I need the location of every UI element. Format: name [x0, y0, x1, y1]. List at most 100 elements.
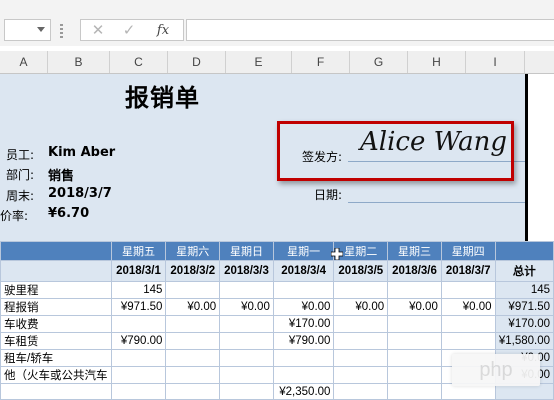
- table-cell[interactable]: [110, 383, 167, 400]
- column-header-i[interactable]: I: [466, 51, 525, 73]
- weekend-value[interactable]: 2018/3/7: [48, 186, 112, 201]
- table-cell[interactable]: ¥2,350.00: [272, 383, 335, 400]
- formula-bar: ✕ ✓ fx: [0, 0, 554, 46]
- table-row: 车收费 ¥170.00 ¥170.00: [0, 315, 554, 333]
- table-cell[interactable]: [165, 281, 221, 299]
- corner-cell[interactable]: [0, 260, 112, 282]
- table-cell[interactable]: [165, 332, 221, 350]
- table-cell[interactable]: [272, 349, 335, 367]
- table-cell[interactable]: [387, 349, 442, 367]
- column-header-h[interactable]: H: [408, 51, 466, 73]
- table-cell[interactable]: [219, 315, 274, 333]
- table-cell[interactable]: [272, 281, 335, 299]
- table-cell[interactable]: [387, 366, 442, 384]
- column-header-f[interactable]: F: [292, 51, 350, 73]
- table-cell[interactable]: [219, 383, 274, 400]
- table-cell[interactable]: [333, 349, 389, 367]
- table-cell[interactable]: [387, 332, 442, 350]
- column-header-d[interactable]: D: [168, 51, 226, 73]
- total-header[interactable]: 总计: [494, 260, 554, 282]
- table-cell[interactable]: ¥971.50: [110, 298, 167, 316]
- table-cell[interactable]: ¥0.00: [440, 298, 496, 316]
- table-cell[interactable]: 145: [110, 281, 167, 299]
- day-header[interactable]: 星期三: [387, 241, 442, 261]
- table-cell[interactable]: [219, 366, 274, 384]
- column-header-b[interactable]: B: [48, 51, 110, 73]
- table-cell[interactable]: [387, 315, 442, 333]
- table-cell[interactable]: [219, 332, 274, 350]
- date-header[interactable]: 2018/3/5: [333, 260, 389, 282]
- insert-function-button[interactable]: fx: [146, 19, 180, 41]
- table-cell[interactable]: [333, 315, 389, 333]
- row-label[interactable]: 车租赁: [0, 332, 112, 350]
- table-cell[interactable]: [440, 315, 496, 333]
- row-label[interactable]: [0, 383, 112, 400]
- table-cell[interactable]: ¥0.00: [165, 298, 221, 316]
- table-cell[interactable]: [165, 383, 221, 400]
- total-cell[interactable]: ¥170.00: [494, 315, 554, 333]
- table-cell[interactable]: ¥790.00: [110, 332, 167, 350]
- table-cell[interactable]: ¥0.00: [387, 298, 442, 316]
- row-label[interactable]: 他（火车或公共汽车: [0, 366, 112, 384]
- table-cell[interactable]: [333, 332, 389, 350]
- table-cell[interactable]: [110, 349, 167, 367]
- rate-value[interactable]: ¥6.70: [48, 206, 89, 221]
- column-header-a[interactable]: A: [0, 51, 48, 73]
- page-title: 报销单: [125, 84, 200, 112]
- table-cell[interactable]: [165, 349, 221, 367]
- day-header[interactable]: 星期四: [440, 241, 496, 261]
- row-label[interactable]: 程报销: [0, 298, 112, 316]
- formula-input[interactable]: [186, 19, 554, 41]
- total-cell[interactable]: 145: [494, 281, 554, 299]
- enter-icon[interactable]: ✓: [115, 19, 143, 41]
- table-cell[interactable]: [387, 281, 442, 299]
- table-cell[interactable]: [333, 281, 389, 299]
- total-cell[interactable]: ¥971.50: [494, 298, 554, 316]
- table-cell[interactable]: ¥0.00: [219, 298, 274, 316]
- day-header[interactable]: 星期六: [165, 241, 221, 261]
- column-header-g[interactable]: G: [350, 51, 408, 73]
- table-cell[interactable]: [219, 349, 274, 367]
- date-line: [348, 202, 525, 203]
- dropdown-arrow-icon[interactable]: [37, 27, 45, 32]
- date-header[interactable]: 2018/3/6: [387, 260, 442, 282]
- employee-value[interactable]: Kim Aber: [48, 145, 115, 160]
- total-cell[interactable]: ¥1,580.00: [494, 332, 554, 350]
- table-cell[interactable]: [219, 281, 274, 299]
- table-cell[interactable]: [165, 315, 221, 333]
- day-header[interactable]: 星期五: [110, 241, 167, 261]
- date-header[interactable]: 2018/3/7: [440, 260, 496, 282]
- table-cell[interactable]: ¥0.00: [333, 298, 389, 316]
- table-cell[interactable]: [440, 281, 496, 299]
- table-cell[interactable]: [333, 383, 389, 400]
- day-header[interactable]: 星期一: [272, 241, 335, 261]
- day-header[interactable]: 星期日: [219, 241, 274, 261]
- date-header[interactable]: 2018/3/2: [165, 260, 221, 282]
- date-header[interactable]: 2018/3/1: [110, 260, 167, 282]
- table-cell[interactable]: [387, 383, 442, 400]
- table-cell[interactable]: [165, 366, 221, 384]
- date-label: 日期:: [314, 188, 343, 202]
- corner-cell[interactable]: [0, 241, 112, 261]
- name-box[interactable]: [4, 19, 51, 41]
- column-header-e[interactable]: E: [226, 51, 292, 73]
- column-header-c[interactable]: C: [110, 51, 168, 73]
- table-cell[interactable]: [110, 366, 167, 384]
- table-cell[interactable]: [272, 366, 335, 384]
- date-header[interactable]: 2018/3/3: [219, 260, 274, 282]
- department-value[interactable]: 销售: [48, 165, 74, 184]
- table-cell[interactable]: ¥790.00: [272, 332, 335, 350]
- table-cell[interactable]: ¥0.00: [272, 298, 335, 316]
- svg-text:php: php: [479, 359, 512, 381]
- table-cell[interactable]: [110, 315, 167, 333]
- table-cell[interactable]: ¥170.00: [272, 315, 335, 333]
- row-label[interactable]: 租车/轿车: [0, 349, 112, 367]
- row-label[interactable]: 车收费: [0, 315, 112, 333]
- cancel-icon[interactable]: ✕: [84, 19, 112, 41]
- row-label[interactable]: 驶里程: [0, 281, 112, 299]
- drag-handle[interactable]: [60, 24, 63, 38]
- table-cell[interactable]: [333, 366, 389, 384]
- table-cell[interactable]: [440, 332, 496, 350]
- date-header[interactable]: 2018/3/4: [272, 260, 335, 282]
- day-header-blank[interactable]: [494, 241, 554, 261]
